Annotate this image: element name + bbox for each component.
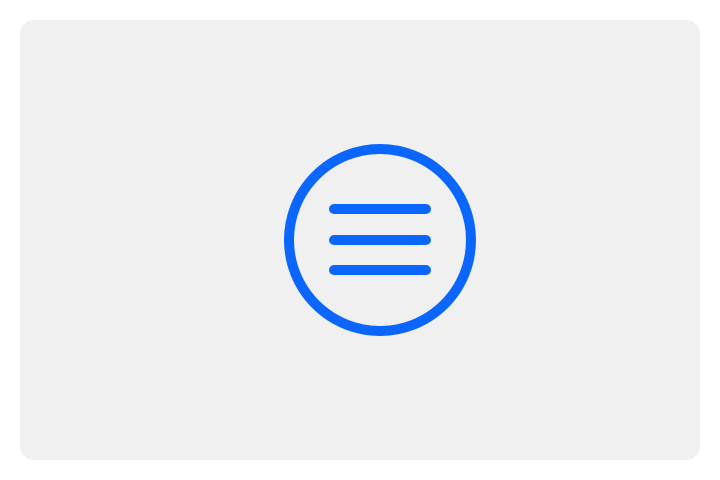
hamburger-menu-circle-icon <box>284 144 476 336</box>
icon-card <box>20 20 700 460</box>
menu-button[interactable] <box>284 144 476 336</box>
